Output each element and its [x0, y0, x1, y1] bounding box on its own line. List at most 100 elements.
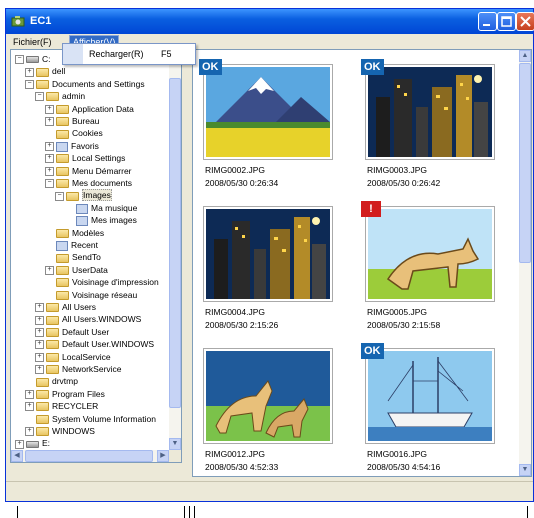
expand-icon[interactable]: +	[25, 390, 34, 400]
tree-item-label: Bureau	[72, 116, 100, 126]
tree-item[interactable]: Ma musique	[65, 202, 137, 214]
tree-item[interactable]: + UserData	[45, 264, 108, 276]
tree-item[interactable]: − admin	[35, 90, 85, 102]
tree-hscroll-thumb[interactable]	[25, 450, 153, 462]
expand-icon[interactable]: +	[45, 166, 54, 176]
tree-item[interactable]: SendTo	[45, 251, 101, 263]
tree-item[interactable]: Modèles	[45, 227, 104, 239]
photo-thumbnail[interactable]	[203, 206, 333, 302]
expand-icon[interactable]: +	[25, 67, 34, 77]
tree-item[interactable]: + Application Data	[45, 103, 134, 115]
expand-icon[interactable]: +	[35, 365, 44, 375]
collapse-icon[interactable]: −	[25, 80, 34, 90]
tree-item[interactable]: + All Users.WINDOWS	[35, 313, 141, 325]
tree-horizontal-scrollbar[interactable]: ◀ ▶	[11, 450, 169, 462]
drive-icon	[26, 440, 39, 448]
tree-item[interactable]: + Program Files	[25, 388, 105, 400]
photo-filename: RIMG0016.JPG	[367, 449, 427, 459]
photo-thumbnail-card[interactable]: OK RIMG0002.JPG 2008/05/30 0:26:34	[195, 54, 355, 194]
gallery-scroll-thumb[interactable]	[519, 63, 531, 263]
tree-item-label: NetworkService	[62, 364, 122, 374]
maximize-button[interactable]	[497, 12, 516, 31]
tree-item[interactable]: drvtmp	[25, 375, 78, 387]
tree-item[interactable]: + Bureau	[45, 115, 99, 127]
tree-item[interactable]: + Default User	[35, 326, 109, 338]
expand-icon[interactable]: +	[35, 315, 44, 325]
tree-item[interactable]: − Mes documents	[45, 177, 132, 189]
tree-item[interactable]: Voisinage d'impression	[45, 276, 159, 288]
tree-item-label: Local Settings	[72, 153, 126, 164]
tree-item[interactable]: − Documents and Settings	[25, 78, 145, 90]
scroll-right-icon[interactable]: ▶	[157, 450, 169, 462]
collapse-icon[interactable]: −	[55, 191, 64, 201]
scroll-down-icon[interactable]: ▼	[169, 438, 181, 450]
photo-thumbnail[interactable]	[203, 64, 333, 160]
photo-thumbnail[interactable]	[365, 348, 495, 444]
photo-thumbnail-card[interactable]: RIMG0004.JPG 2008/05/30 2:15:26	[195, 196, 355, 336]
title-bar[interactable]: EC1	[6, 9, 534, 34]
expand-icon[interactable]: +	[35, 303, 44, 313]
tree-item[interactable]: Cookies	[45, 127, 103, 139]
tree-item[interactable]: + RECYCLER	[25, 400, 98, 412]
ok-badge: OK	[361, 343, 384, 359]
expand-icon[interactable]: +	[35, 352, 44, 362]
folder-tree[interactable]: − C: + dell − Documents and Settings − admin + Ap…	[10, 49, 182, 463]
tree-item-label: E:	[42, 438, 51, 449]
collapse-icon[interactable]: −	[35, 92, 44, 102]
tree-vertical-scrollbar[interactable]: ▲ ▼	[169, 50, 181, 450]
tree-item-label: Ma musique	[91, 202, 138, 213]
tree-item-label: Program Files	[52, 388, 105, 399]
menu-item-reload[interactable]: Recharger(R)	[89, 49, 144, 59]
photo-thumbnail-card[interactable]: RIMG0012.JPG 2008/05/30 4:52:33	[195, 338, 355, 476]
collapse-icon[interactable]: −	[45, 179, 54, 189]
tree-item[interactable]: Voisinage réseau	[45, 289, 137, 301]
expand-icon[interactable]: +	[45, 154, 54, 164]
tree-item[interactable]: + NetworkService	[35, 363, 122, 375]
divider-tick	[527, 506, 528, 518]
scroll-left-icon[interactable]: ◀	[11, 450, 23, 462]
expand-icon[interactable]: +	[15, 439, 24, 449]
photo-thumbnail-card[interactable]: ! RIMG0005.JPG 2008/05/30 2:15:58	[357, 196, 517, 336]
photo-thumbnail[interactable]	[203, 348, 333, 444]
folder-icon	[46, 303, 59, 313]
thumbnail-gallery[interactable]: OK RIMG0002.JPG 2008/05/30 0:26:34 OK RIMG00…	[192, 49, 532, 477]
photo-thumbnail[interactable]	[365, 206, 495, 302]
tree-item[interactable]: + Favoris	[45, 140, 99, 152]
photo-thumbnail-card[interactable]: OK RIMG0016.JPG 2008/05/30 4:54:16	[357, 338, 517, 476]
collapse-icon[interactable]: −	[15, 55, 24, 65]
tree-item[interactable]: Recent	[45, 239, 98, 251]
tree-item[interactable]: − Images	[55, 189, 112, 202]
tree-item[interactable]: + LocalService	[35, 351, 111, 363]
expand-icon[interactable]: +	[45, 266, 54, 276]
expand-icon[interactable]: +	[45, 117, 54, 127]
expand-icon[interactable]: +	[25, 402, 34, 412]
tree-item[interactable]: + WINDOWS	[25, 425, 95, 437]
tree-item[interactable]: + Default User.WINDOWS	[35, 338, 154, 350]
gallery-scroll-up-icon[interactable]: ▲	[519, 50, 531, 62]
expand-icon[interactable]: +	[45, 142, 54, 152]
tree-item[interactable]: + E:	[15, 437, 50, 449]
menu-file[interactable]: Fichier(F)	[10, 36, 55, 48]
tree-scroll-thumb[interactable]	[169, 78, 181, 408]
tree-item[interactable]: + Menu Démarrer	[45, 165, 132, 177]
expand-icon[interactable]: +	[45, 104, 54, 114]
tree-item[interactable]: Mes images	[65, 214, 137, 226]
tree-item[interactable]: + All Users	[35, 301, 96, 313]
expand-icon[interactable]: +	[35, 328, 44, 338]
photo-thumbnail-card[interactable]: OK RIMG0003.JPG 2008/05/30 0:26:42	[357, 54, 517, 194]
photo-thumbnail[interactable]	[365, 64, 495, 160]
minimize-icon	[483, 24, 490, 26]
gallery-vertical-scrollbar[interactable]: ▲ ▼	[519, 50, 531, 476]
tree-item[interactable]: System Volume Information	[25, 413, 156, 425]
expand-icon[interactable]: +	[25, 427, 34, 437]
expand-icon[interactable]: +	[35, 340, 44, 350]
tree-item-label: UserData	[72, 264, 108, 275]
tree-item[interactable]: + dell	[25, 65, 65, 77]
tree-item-label: Mes images	[91, 215, 137, 226]
minimize-button[interactable]	[478, 12, 497, 31]
tree-item[interactable]: + Local Settings	[45, 152, 125, 164]
tree-item-label: Default User.WINDOWS	[62, 339, 155, 350]
close-button[interactable]	[516, 12, 534, 31]
gallery-scroll-down-icon[interactable]: ▼	[519, 464, 531, 476]
tree-item[interactable]: − C:	[15, 53, 51, 65]
